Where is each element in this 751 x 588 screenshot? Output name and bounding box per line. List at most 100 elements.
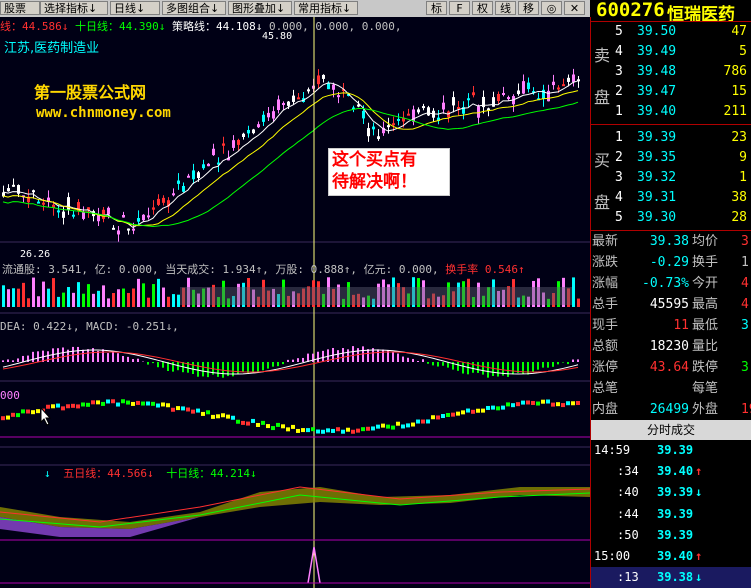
pane3-marker — [101, 401, 105, 406]
quote-label: 跌停 — [692, 360, 719, 375]
pane3-marker — [106, 399, 110, 404]
daily-period-button[interactable]: 日线↓ — [110, 1, 160, 15]
quote-value: -0.29 — [649, 255, 689, 270]
volume-bar — [102, 285, 105, 307]
quote-label: 量比 — [692, 339, 719, 354]
stock-menu-button[interactable]: 股票 — [0, 1, 40, 15]
volume-bar — [107, 298, 110, 307]
quote-panel: 最新39.38均价3涨跌-0.29换手1.涨幅-0.73%今开4总手45595最… — [591, 231, 751, 420]
tick-price: 39.39 — [657, 528, 694, 542]
pane3-marker — [526, 400, 530, 405]
ma-ribbon-olive — [0, 487, 590, 529]
zoom-button[interactable]: ◎ — [541, 1, 562, 15]
candle-body — [457, 107, 460, 110]
pane3-marker — [181, 406, 185, 411]
quote-label: 最低 — [692, 318, 719, 333]
tick-arrow-icon: ↓ — [695, 485, 703, 499]
quote-value: 45595 — [649, 297, 689, 312]
quote-row: 总手 45595 最高 4 — [591, 294, 751, 315]
move-button[interactable]: 移 — [518, 1, 539, 15]
candle-body — [417, 109, 420, 113]
level-number: 1 — [615, 104, 623, 119]
volume-bar — [7, 289, 10, 307]
quote-label: 最新 — [592, 234, 619, 249]
candle-body — [152, 207, 155, 210]
pane3-marker — [236, 419, 240, 424]
quote-label: 均价 — [692, 234, 719, 249]
candle-body — [62, 211, 65, 218]
quote-value: 4 — [741, 276, 749, 291]
pane3-marker — [496, 406, 500, 411]
buy-level-2-row[interactable]: 2 39.35 9 — [615, 148, 751, 168]
candle-body — [287, 101, 290, 106]
candle-body — [367, 128, 370, 137]
candle-body — [142, 214, 145, 221]
quote-value: 43.64 — [649, 360, 689, 375]
volume-bar — [127, 292, 130, 307]
buy-level-3-row[interactable]: 3 39.32 1 — [615, 168, 751, 188]
pane3-marker — [356, 428, 360, 433]
pane3-marker — [241, 420, 245, 425]
buy-level-1-row[interactable]: 1 39.39 23 — [615, 128, 751, 148]
annotation-box: 这个买点有 待解决啊！ — [328, 148, 450, 196]
candle-body — [192, 170, 195, 180]
pane3-marker — [176, 406, 180, 411]
mark-button[interactable]: 标 — [426, 1, 447, 15]
candle-body — [502, 92, 505, 95]
candle-body — [422, 106, 425, 109]
rights-button[interactable]: 权 — [472, 1, 493, 15]
f10-button[interactable]: F — [449, 1, 470, 15]
quote-label: 总手 — [592, 297, 619, 312]
chart-area[interactable]: 线：44.586↓ 十日线：44.390↓ 策略线：44.108↓ 0.000,… — [0, 17, 590, 588]
level-number: 4 — [615, 190, 623, 205]
volume-bar — [157, 278, 160, 307]
tick-price: 39.40 — [657, 464, 694, 478]
level-number: 2 — [615, 84, 623, 99]
volume-bar — [577, 298, 580, 307]
tick-price: 39.39 — [657, 443, 694, 457]
pane3-marker — [56, 403, 60, 408]
sell-level-4-row[interactable]: 4 39.49 5 — [615, 42, 751, 62]
ticks-header[interactable]: 分时成交 — [591, 420, 751, 440]
sell-level-1-row[interactable]: 1 39.40 211 — [615, 102, 751, 122]
sell-level-5-row[interactable]: 5 39.50 47 — [615, 22, 751, 42]
multi-chart-button[interactable]: 多图组合↓ — [162, 1, 226, 15]
pane3-marker — [396, 421, 400, 426]
line-button[interactable]: 线 — [495, 1, 516, 15]
candle-body — [72, 214, 75, 217]
sell-level-3-row[interactable]: 3 39.48 786 — [615, 62, 751, 82]
candle-body — [392, 123, 395, 126]
pane3-marker — [361, 427, 365, 432]
indicator-select-button[interactable]: 选择指标↓ — [40, 1, 108, 15]
volume-bar — [57, 296, 60, 307]
level-price: 39.31 — [637, 190, 677, 205]
pane3-marker — [286, 427, 290, 432]
pane3-marker — [206, 410, 210, 415]
close-button[interactable]: ✕ — [564, 1, 585, 15]
pane3-marker — [411, 422, 415, 427]
overlay-button[interactable]: 图形叠加↓ — [228, 1, 292, 15]
pane3-marker — [346, 427, 350, 432]
candle-body — [237, 139, 240, 145]
pane3-marker — [6, 415, 10, 420]
volume-bar — [92, 293, 95, 307]
buy-level-5-row[interactable]: 5 39.30 28 — [615, 208, 751, 228]
pane3-marker — [521, 400, 525, 405]
sell-level-2-row[interactable]: 2 39.47 15 — [615, 82, 751, 102]
pane3-marker — [456, 411, 460, 416]
pane3-marker — [256, 422, 260, 427]
pane3-marker — [506, 402, 510, 407]
candle-body — [82, 211, 85, 219]
level-volume: 28 — [731, 210, 747, 225]
tick-row: :44 39.39 — [591, 504, 751, 525]
volume-bar — [32, 277, 35, 307]
candle-body — [492, 97, 495, 107]
level-price: 39.50 — [637, 24, 677, 39]
pane3-marker — [556, 402, 560, 407]
level-number: 3 — [615, 170, 623, 185]
buy-level-4-row[interactable]: 4 39.31 38 — [615, 188, 751, 208]
pane3-marker — [116, 402, 120, 407]
tick-time: :13 — [617, 570, 639, 584]
common-indicator-button[interactable]: 常用指标↓ — [294, 1, 358, 15]
quote-label: 涨停 — [592, 360, 619, 375]
